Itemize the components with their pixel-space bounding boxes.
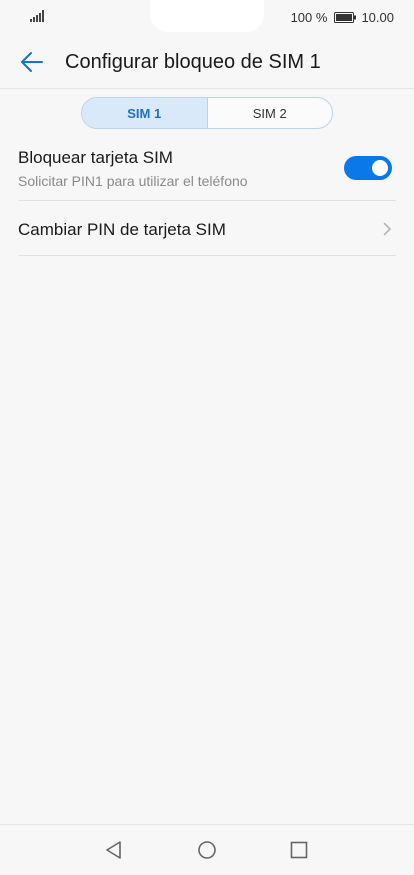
chevron-right-icon [383, 222, 391, 236]
toggle-knob [372, 160, 388, 176]
sim-selector: SIM 1 SIM 2 [81, 97, 333, 129]
back-triangle-icon[interactable] [104, 840, 124, 860]
battery-percent: 100 % [290, 10, 328, 25]
clock: 10.00 [361, 10, 394, 25]
battery-icon [334, 12, 357, 23]
lock-sim-toggle[interactable] [344, 156, 392, 180]
signal-icon [30, 10, 44, 22]
status-right: 100 % 10.00 [291, 10, 394, 25]
change-pin-row[interactable]: Cambiar PIN de tarjeta SIM [18, 201, 396, 256]
settings-list: Bloquear tarjeta SIM Solicitar PIN1 para… [18, 137, 396, 256]
recents-square-icon[interactable] [289, 840, 309, 860]
page-title: Configurar bloqueo de SIM 1 [65, 50, 321, 73]
home-circle-icon[interactable] [197, 840, 217, 860]
navigation-bar [0, 824, 414, 875]
change-pin-label: Cambiar PIN de tarjeta SIM [18, 220, 226, 239]
lock-sim-subtitle: Solicitar PIN1 para utilizar el teléfono [18, 173, 248, 189]
arrow-left-icon[interactable] [19, 49, 45, 75]
status-bar: 100 % 10.00 [0, 0, 414, 36]
app-bar: Configurar bloqueo de SIM 1 [0, 36, 414, 88]
divider [0, 88, 414, 89]
lock-sim-row[interactable]: Bloquear tarjeta SIM Solicitar PIN1 para… [18, 137, 396, 201]
tab-sim-2[interactable]: SIM 2 [206, 98, 333, 128]
camera-notch [150, 0, 264, 32]
lock-sim-title: Bloquear tarjeta SIM [18, 148, 173, 167]
tab-sim-1[interactable]: SIM 1 [82, 98, 207, 128]
